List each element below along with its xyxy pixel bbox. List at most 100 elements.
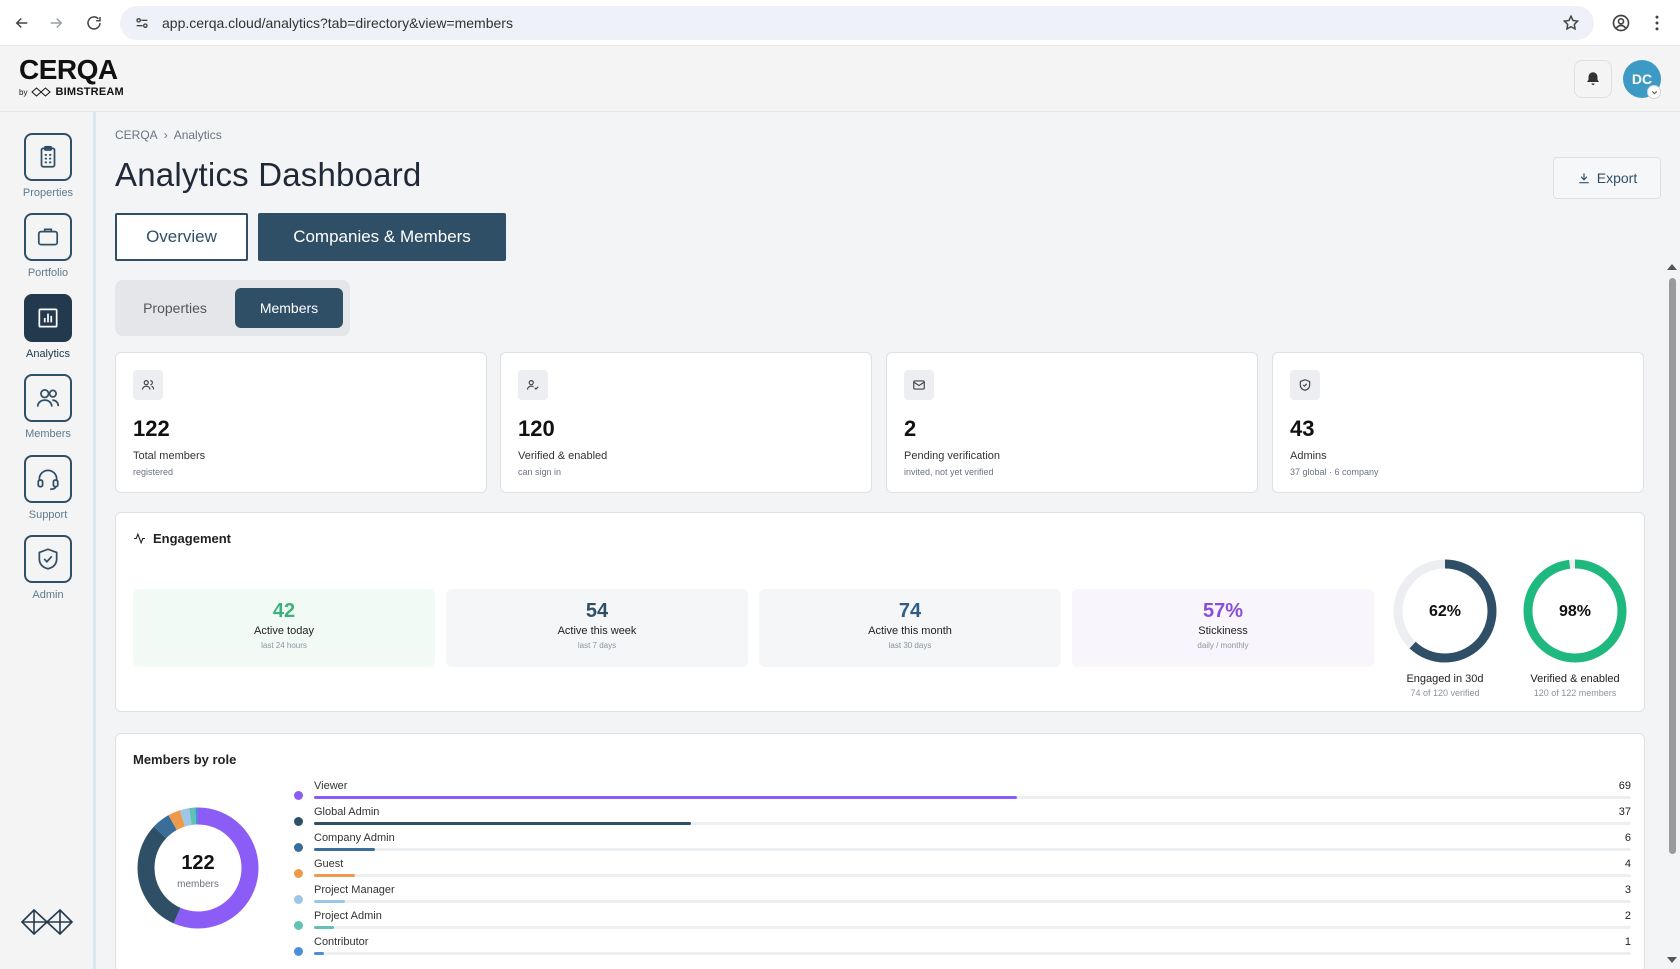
- engagement-value: 42: [272, 600, 296, 622]
- ring-label: Verified & enabled: [1530, 673, 1620, 685]
- bookmark-star-icon[interactable]: [1562, 14, 1580, 32]
- sidebar-item-label: Admin: [32, 589, 64, 601]
- site-settings-icon[interactable]: [134, 15, 150, 31]
- ring-sub: 74 of 120 verified: [1410, 688, 1480, 698]
- scroll-down-arrow[interactable]: [1667, 957, 1677, 963]
- role-bar-track: [314, 952, 1631, 955]
- role-row: Project Admin 2: [294, 910, 1631, 936]
- sidebar: Properties Portfolio Analytics Members S…: [0, 112, 96, 969]
- role-count: 4: [1624, 858, 1631, 870]
- role-name: Project Manager: [314, 884, 395, 896]
- members-by-role-title: Members by role: [133, 752, 236, 767]
- cerqa-logo[interactable]: CERQA by BIMSTREAM: [19, 56, 124, 99]
- role-row: Global Admin 37: [294, 806, 1631, 832]
- role-count: 69: [1618, 780, 1631, 792]
- role-count: 2: [1624, 910, 1631, 922]
- breadcrumb-separator: ›: [163, 128, 168, 142]
- activity-icon: [134, 532, 145, 545]
- role-color-dot: [294, 791, 303, 800]
- engagement-panel: Engagement 42 Active today last 24 hours…: [115, 512, 1645, 712]
- role-bar-track: [314, 796, 1631, 799]
- subtab-members[interactable]: Members: [235, 288, 343, 328]
- app-header: CERQA by BIMSTREAM DC: [0, 46, 1680, 112]
- donut-total-label: members: [177, 879, 219, 890]
- engagement-title: Engagement: [133, 531, 231, 546]
- role-row: Contributor 1: [294, 936, 1631, 962]
- role-count: 3: [1624, 884, 1631, 896]
- role-row: Viewer 69: [294, 780, 1631, 806]
- ring-label: Engaged in 30d: [1406, 673, 1484, 685]
- stat-label: Verified & enabled: [518, 450, 608, 462]
- role-color-dot: [294, 817, 303, 826]
- subtab-properties[interactable]: Properties: [121, 288, 229, 328]
- role-name: Viewer: [314, 780, 348, 792]
- engagement-value: 54: [585, 600, 609, 622]
- role-name: Contributor: [314, 936, 369, 948]
- mail-icon: [904, 370, 934, 400]
- members-by-role-title-text: Members by role: [133, 752, 237, 767]
- breadcrumb-root[interactable]: CERQA: [115, 128, 158, 142]
- ring-chart: 98%: [1523, 559, 1627, 663]
- role-bar-track: [314, 848, 1631, 851]
- ring-sub: 120 of 122 members: [1533, 688, 1617, 698]
- browser-toolbar: app.cerqa.cloud/analytics?tab=directory&…: [0, 0, 1680, 46]
- notifications-button[interactable]: [1574, 60, 1612, 98]
- reload-icon[interactable]: [78, 7, 110, 39]
- sidebar-item-support[interactable]: Support: [0, 455, 96, 521]
- export-button[interactable]: Export: [1553, 157, 1661, 199]
- back-icon[interactable]: [6, 7, 38, 39]
- logo-bimstream: BIMSTREAM: [55, 86, 124, 98]
- sidebar-item-properties[interactable]: Properties: [0, 133, 96, 199]
- sidebar-item-members[interactable]: Members: [0, 374, 96, 440]
- role-row: Company Admin 6: [294, 832, 1631, 858]
- shield-icon: [1290, 370, 1320, 400]
- main-content: CERQA › Analytics Analytics Dashboard Ex…: [99, 112, 1666, 969]
- logo-subline: by BIMSTREAM: [19, 86, 124, 98]
- stat-label: Admins: [1290, 450, 1327, 462]
- ring-value: 62%: [1429, 603, 1461, 620]
- users-icon: [133, 370, 163, 400]
- stat-card-verified: 120 Verified & enabled can sign in: [500, 352, 872, 493]
- forward-icon[interactable]: [40, 7, 72, 39]
- page-title: Analytics Dashboard: [115, 156, 422, 193]
- stat-label: Total members: [133, 450, 206, 462]
- url-text[interactable]: app.cerqa.cloud/analytics?tab=directory&…: [162, 15, 513, 31]
- sidebar-item-analytics[interactable]: Analytics: [0, 294, 96, 360]
- engagement-sub: daily / monthly: [1197, 641, 1249, 650]
- address-bar[interactable]: app.cerqa.cloud/analytics?tab=directory&…: [120, 6, 1594, 40]
- sidebar-item-portfolio[interactable]: Portfolio: [0, 213, 96, 279]
- tab-overview[interactable]: Overview: [115, 213, 248, 261]
- sidebar-item-label: Members: [25, 428, 71, 440]
- profile-icon[interactable]: [1611, 13, 1631, 33]
- bimstream-mark-icon: [31, 87, 52, 97]
- chevron-down-icon[interactable]: [1647, 85, 1661, 99]
- engagement-box-today: 42 Active today last 24 hours: [133, 589, 435, 667]
- role-color-dot: [294, 921, 303, 930]
- sidebar-item-admin[interactable]: Admin: [0, 535, 96, 601]
- engagement-sub: last 24 hours: [261, 641, 307, 650]
- tab-companies-members[interactable]: Companies & Members: [258, 213, 506, 261]
- ring-engaged: 62% Engaged in 30d 74 of 120 verified: [1390, 557, 1500, 698]
- engagement-value: 74: [898, 600, 922, 622]
- stat-value: 43: [1290, 416, 1315, 441]
- sidebar-item-label: Properties: [22, 187, 74, 199]
- role-count: 37: [1618, 806, 1631, 818]
- role-name: Guest: [314, 858, 344, 870]
- stat-value: 2: [904, 416, 917, 441]
- role-name: Project Admin: [314, 910, 382, 922]
- donut-total: 122: [181, 852, 214, 874]
- stat-card-admins: 43 Admins 37 global · 6 company: [1272, 352, 1644, 493]
- clipboard-icon: [24, 133, 72, 181]
- stat-sub: 37 global · 6 company: [1290, 467, 1379, 477]
- role-bar-fill: [314, 796, 1018, 799]
- bell-icon: [1587, 72, 1599, 85]
- sidebar-item-label: Support: [28, 509, 68, 521]
- browser-menu-icon[interactable]: [1647, 13, 1667, 33]
- engagement-sub: last 30 days: [888, 641, 932, 650]
- scroll-up-arrow[interactable]: [1667, 264, 1677, 270]
- stat-sub: registered: [133, 467, 174, 477]
- scrollbar-thumb[interactable]: [1669, 278, 1676, 854]
- export-label: Export: [1596, 170, 1638, 186]
- role-bar-fill: [314, 926, 335, 929]
- engagement-label: Active this month: [868, 625, 952, 637]
